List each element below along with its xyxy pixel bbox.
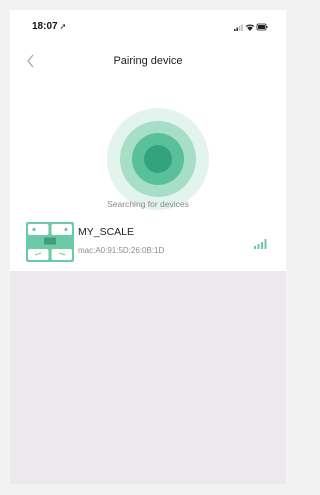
battery-icon [256,23,268,31]
empty-lower-area [10,271,286,484]
nav-bar: Pairing device [10,46,286,76]
status-icons [234,23,268,31]
location-arrow-icon: ➚ [59,22,67,31]
status-bar: 18:07 ➚ [10,10,286,40]
wifi-icon [245,24,255,31]
scale-icon [26,222,74,262]
radar-search-icon [107,108,209,210]
device-name: MY_SCALE [78,226,135,238]
page-title: Pairing device [113,55,183,67]
top-panel: 18:07 ➚ Pairing device Searching for dev… [10,10,286,271]
device-mac-address: mac:A0:91:5D:26:0B:1D [78,246,165,255]
signal-strength-icon [254,239,267,249]
cellular-signal-icon [234,24,243,31]
status-time: 18:07 ➚ [32,21,66,32]
phone-screen: 18:07 ➚ Pairing device Searching for dev… [10,10,286,484]
device-list-item[interactable]: MY_SCALE mac:A0:91:5D:26:0B:1D [10,218,286,266]
search-status-text: Searching for devices [107,199,189,209]
status-time-label: 18:07 [32,21,58,32]
